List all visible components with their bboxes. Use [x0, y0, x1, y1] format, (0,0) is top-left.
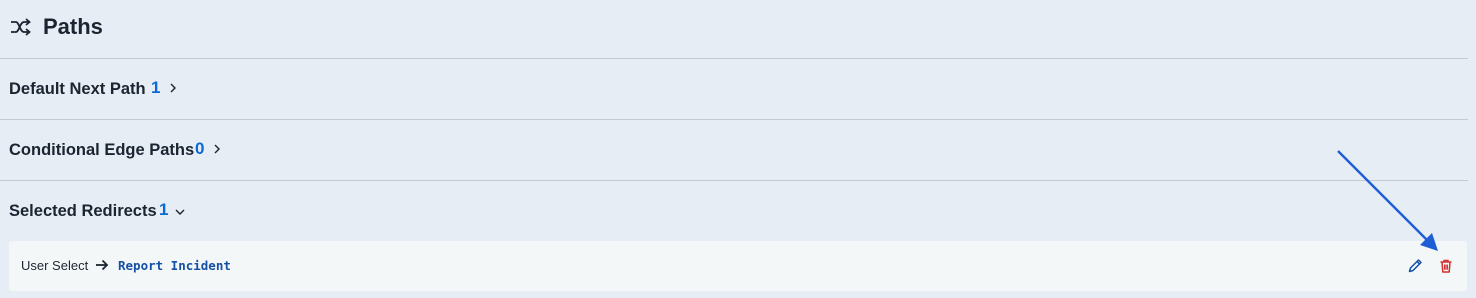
arrow-right-icon [96, 259, 109, 271]
shuffle-icon [11, 18, 31, 36]
list-item: User Select Report Incident [9, 241, 1467, 291]
section-label: Conditional Edge Paths [9, 141, 195, 159]
count-badge: 1 [151, 78, 161, 97]
section-selected-redirects[interactable]: Selected Redirects 1 [0, 181, 1468, 241]
trash-icon[interactable] [1437, 257, 1455, 275]
count-badge: 1 [159, 200, 169, 219]
pencil-icon[interactable] [1406, 257, 1424, 275]
section-default-next-path[interactable]: Default Next Path 1 [0, 59, 1468, 120]
chevron-right-icon [170, 83, 176, 93]
redirect-source: User Select [21, 258, 89, 273]
section-conditional-edge-paths[interactable]: Conditional Edge Paths 0 [0, 120, 1468, 181]
chevron-down-icon [175, 209, 185, 215]
count-badge: 0 [195, 139, 205, 158]
section-label: Selected Redirects [9, 202, 157, 220]
page-title: Paths [43, 14, 103, 39]
chevron-right-icon [214, 144, 220, 154]
paths-header: Paths [0, 0, 1468, 59]
section-label: Default Next Path [9, 80, 146, 98]
redirect-target-link[interactable]: Report Incident [118, 258, 231, 274]
